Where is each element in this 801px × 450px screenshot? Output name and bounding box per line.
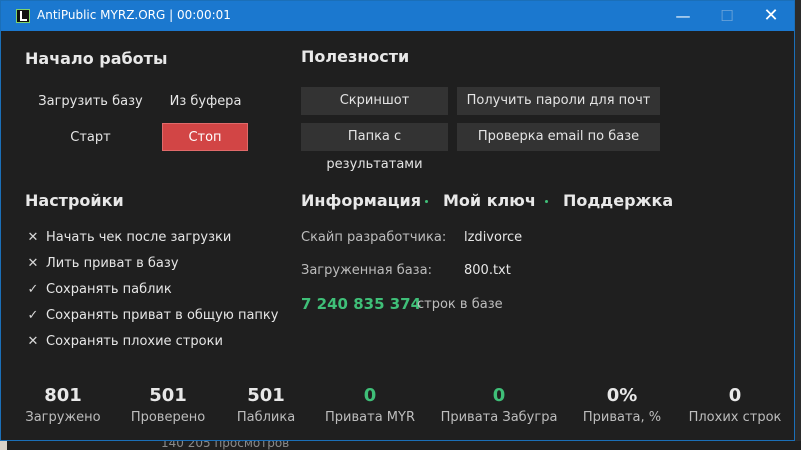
- setting-save-bad-lines[interactable]: ✕ Сохранять плохие строки: [25, 334, 223, 349]
- stat-private-abroad: 0 Привата Забугра: [439, 385, 559, 425]
- setting-save-private-common-folder[interactable]: ✓ Сохранять приват в общую папку: [25, 308, 279, 323]
- stat-value: 501: [247, 385, 285, 406]
- app-logo-icon: [16, 9, 30, 23]
- tab-my-key[interactable]: Мой ключ: [443, 191, 536, 210]
- load-db-button[interactable]: Загрузить базу: [37, 94, 144, 109]
- results-folder-button[interactable]: Папка с результатами: [301, 123, 448, 172]
- rows-count: 7 240 835 374: [301, 295, 422, 313]
- separator-dot-icon: [425, 200, 428, 203]
- cross-icon: ✕: [27, 334, 39, 349]
- skype-label: Скайп разработчика:: [301, 230, 447, 245]
- maximize-button[interactable]: ☐: [704, 1, 750, 31]
- background-views-text: 140 205 просмотров: [161, 441, 290, 450]
- stat-label: Привата MYR: [325, 410, 415, 425]
- settings-section-title: Настройки: [25, 191, 124, 210]
- stat-value: 0: [728, 385, 742, 406]
- check-icon: ✓: [27, 308, 39, 323]
- tab-support[interactable]: Поддержка: [563, 191, 673, 210]
- window-title: AntiPublic MYRZ.ORG | 00:00:01: [37, 8, 231, 22]
- get-passwords-button[interactable]: Получить пароли для почт: [457, 87, 660, 115]
- cross-icon: ✕: [27, 256, 39, 271]
- utilities-section-title: Полезности: [301, 47, 410, 66]
- setting-label: Лить приват в базу: [46, 256, 179, 271]
- stat-value: 0: [363, 385, 377, 406]
- stat-label: Плохих строк: [688, 410, 782, 425]
- skype-value[interactable]: lzdivorce: [464, 230, 522, 245]
- minimize-button[interactable]: —: [660, 1, 706, 31]
- stat-private-percent: 0% Привата, %: [562, 385, 682, 425]
- start-button[interactable]: Старт: [37, 130, 144, 145]
- separator-dot-icon: [545, 200, 548, 203]
- stat-label: Привата Забугра: [440, 410, 558, 425]
- setting-push-private-to-db[interactable]: ✕ Лить приват в базу: [25, 256, 179, 271]
- from-clipboard-button[interactable]: Из буфера: [163, 94, 248, 109]
- stat-bad-lines: 0 Плохих строк: [675, 385, 795, 425]
- setting-label: Сохранять паблик: [46, 282, 172, 297]
- stat-value: 0: [492, 385, 506, 406]
- app-window: AntiPublic MYRZ.ORG | 00:00:01 — ☐ ✕ Нач…: [0, 0, 795, 441]
- setting-label: Сохранять плохие строки: [46, 334, 223, 349]
- tab-information[interactable]: Информация: [301, 191, 421, 210]
- loaded-db-label: Загруженная база:: [301, 263, 432, 278]
- start-section-title: Начало работы: [25, 49, 168, 68]
- stat-loaded: 801 Загружено: [3, 385, 123, 425]
- setting-label: Начать чек после загрузки: [46, 230, 232, 245]
- check-email-button[interactable]: Проверка email по базе: [457, 123, 660, 151]
- stat-label: Привата, %: [582, 410, 662, 425]
- stat-label: Паблика: [236, 410, 296, 425]
- loaded-db-value: 800.txt: [464, 263, 511, 278]
- stat-public: 501 Паблика: [206, 385, 326, 425]
- stat-label: Загружено: [25, 410, 101, 425]
- screenshot-result-button[interactable]: Скриншот результата: [301, 87, 448, 136]
- background-page: 140 205 просмотров: [7, 441, 801, 450]
- setting-start-check-after-load[interactable]: ✕ Начать чек после загрузки: [25, 230, 232, 245]
- stat-value: 801: [44, 385, 82, 406]
- cross-icon: ✕: [27, 230, 39, 245]
- stat-value: 0%: [606, 385, 638, 406]
- rows-caption: строк в базе: [417, 297, 503, 312]
- setting-label: Сохранять приват в общую папку: [46, 308, 279, 323]
- check-icon: ✓: [27, 282, 39, 297]
- stop-button[interactable]: Стоп: [162, 123, 248, 151]
- setting-save-public[interactable]: ✓ Сохранять паблик: [25, 282, 172, 297]
- close-button[interactable]: ✕: [748, 1, 794, 31]
- title-bar[interactable]: AntiPublic MYRZ.ORG | 00:00:01 — ☐ ✕: [1, 1, 794, 31]
- stat-private-myr: 0 Привата MYR: [310, 385, 430, 425]
